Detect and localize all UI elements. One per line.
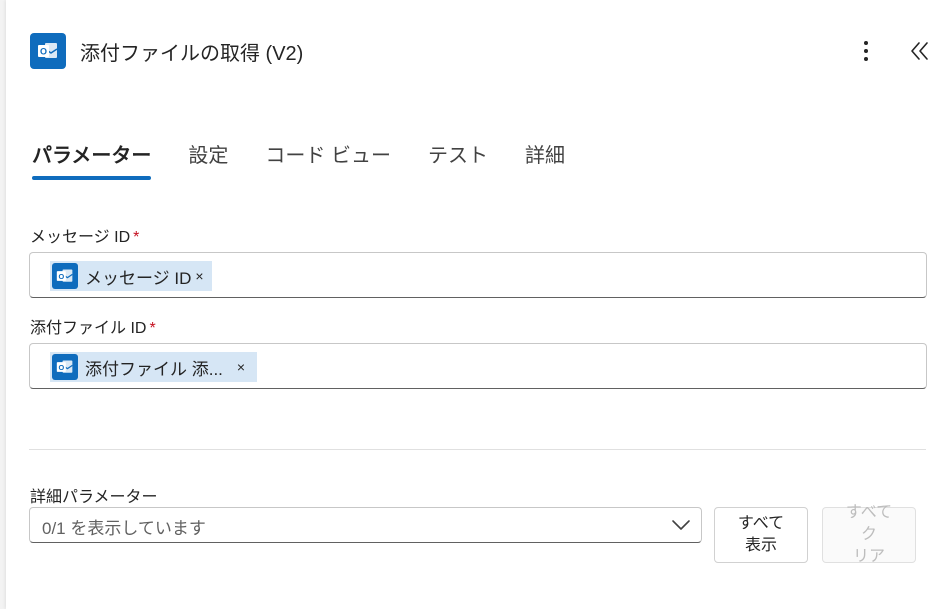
svg-text:O: O: [58, 272, 64, 281]
section-divider: [29, 449, 926, 450]
tab-code-view[interactable]: コード ビュー: [265, 135, 391, 185]
tab-settings[interactable]: 設定: [188, 135, 228, 185]
clear-all-line-1: すべてク: [845, 504, 893, 543]
double-chevron-left-icon: [911, 42, 928, 60]
advanced-parameters-label: 詳細パラメーター: [30, 489, 158, 506]
action-details-panel: O 添付ファイルの取得 (V2) パラメーター 設定 コード ビュー テスト 詳…: [6, 0, 946, 609]
clear-all-label: すべてク リア: [839, 502, 899, 568]
show-all-button[interactable]: すべて 表示: [714, 507, 808, 563]
message-id-label-text: メッセージ ID: [30, 229, 131, 246]
clear-all-button[interactable]: すべてク リア: [822, 504, 916, 565]
more-dot: [864, 57, 868, 61]
svg-text:O: O: [58, 363, 64, 372]
outlook-icon: O: [30, 33, 66, 69]
token-label: 添付ファイル 添...: [85, 359, 223, 379]
svg-text:O: O: [40, 47, 47, 57]
outlook-icon: O: [52, 263, 78, 289]
more-options-button[interactable]: [855, 38, 877, 64]
tab-about[interactable]: 詳細: [525, 135, 565, 185]
page-title: 添付ファイルの取得 (V2): [80, 42, 304, 65]
dynamic-content-token[interactable]: O メッセージ ID ×: [50, 261, 212, 291]
required-mark: *: [149, 320, 156, 337]
advanced-parameters-dropdown[interactable]: 0/1 を表示しています: [29, 507, 702, 543]
tab-testing[interactable]: テスト: [428, 135, 488, 185]
show-all-line-2: 表示: [744, 537, 777, 554]
dropdown-value: 0/1 を表示しています: [42, 519, 206, 538]
tab-parameters[interactable]: パラメーター: [32, 135, 152, 185]
remove-token-button[interactable]: ×: [195, 268, 203, 284]
tab-bar: パラメーター 設定 コード ビュー テスト 詳細: [32, 135, 602, 185]
more-vertical-icon: [864, 41, 868, 45]
clear-all-line-2: リア: [852, 548, 885, 565]
attachment-id-input[interactable]: O 添付ファイル 添... ×: [29, 343, 927, 389]
attachment-id-label-text: 添付ファイル ID: [30, 320, 147, 337]
more-dot: [864, 49, 868, 53]
show-all-line-1: すべて: [737, 515, 785, 532]
token-label: メッセージ ID: [85, 268, 192, 288]
panel-header: O 添付ファイルの取得 (V2): [30, 32, 303, 70]
remove-token-button[interactable]: ×: [237, 359, 245, 375]
show-all-label: すべて 表示: [731, 513, 791, 557]
outlook-icon: O: [52, 354, 78, 380]
message-id-input[interactable]: O メッセージ ID ×: [29, 252, 927, 298]
collapse-panel-button[interactable]: [906, 38, 934, 64]
attachment-id-label: 添付ファイル ID *: [30, 314, 156, 338]
required-mark: *: [133, 229, 140, 246]
message-id-label: メッセージ ID *: [30, 223, 139, 247]
chevron-down-icon: [672, 520, 690, 530]
dynamic-content-token[interactable]: O 添付ファイル 添... ×: [50, 352, 258, 382]
